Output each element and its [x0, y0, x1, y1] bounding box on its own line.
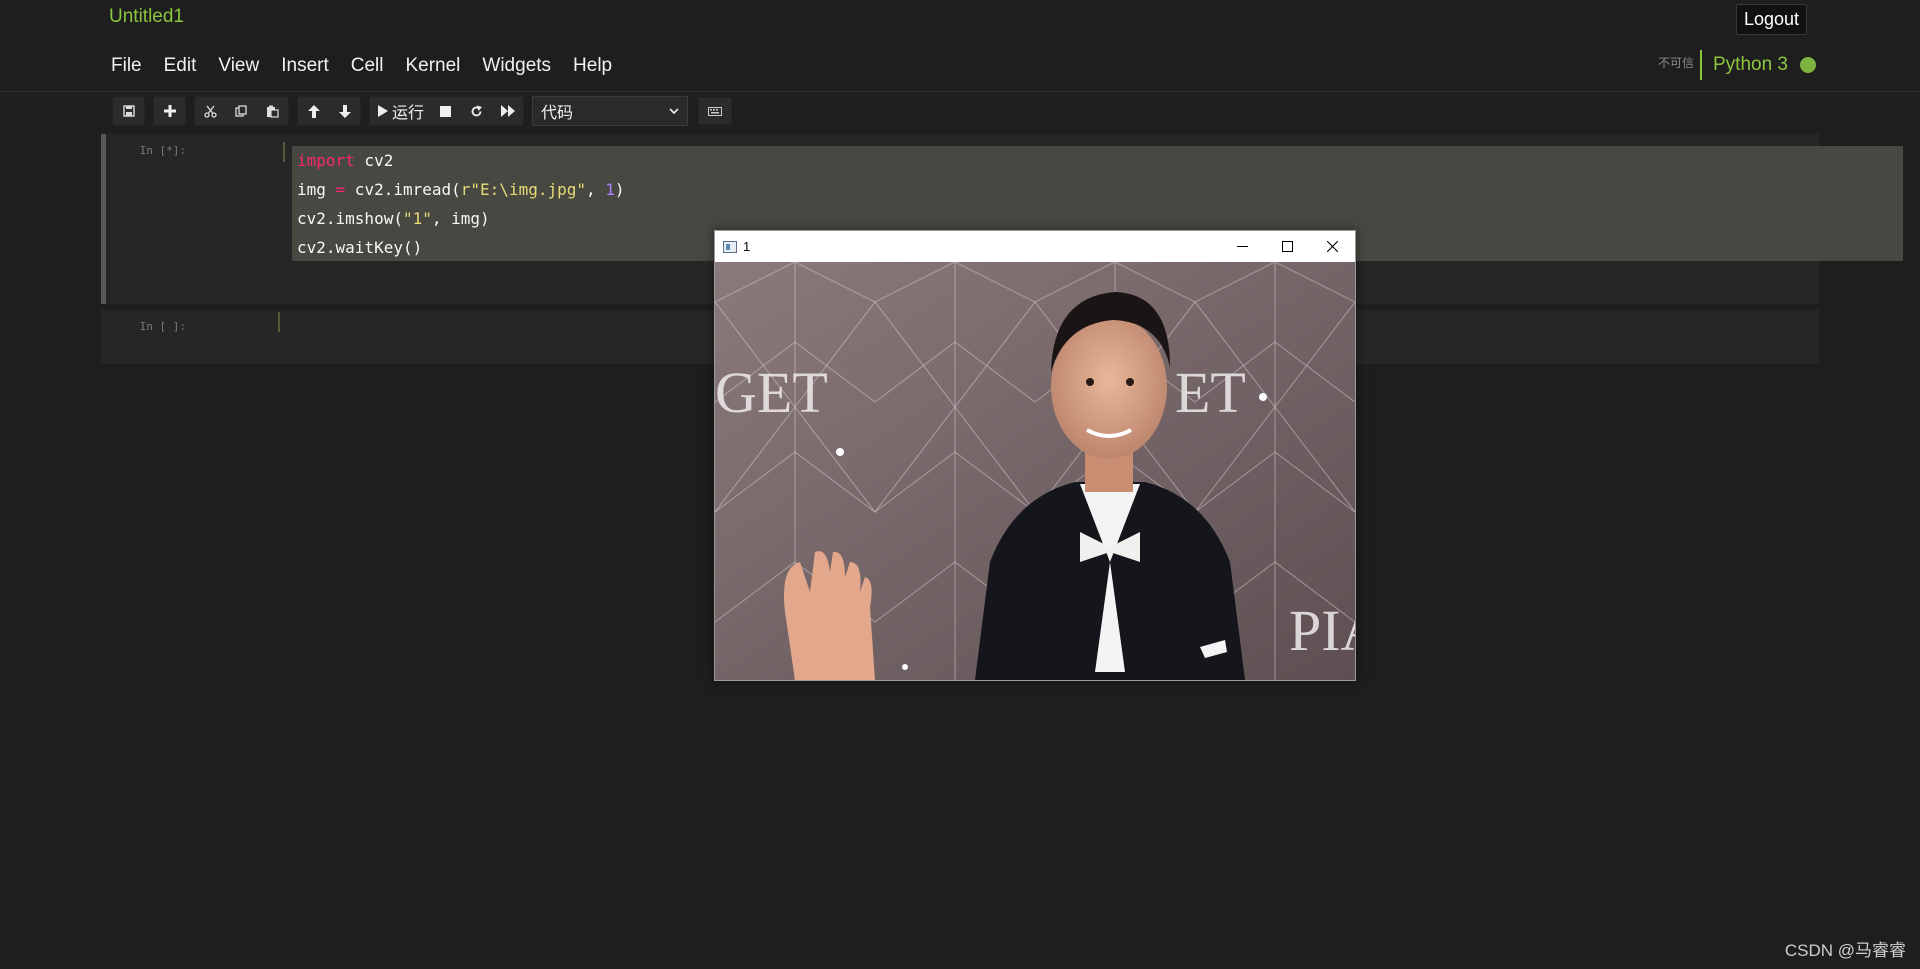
- displayed-image: GET ET PIA: [715, 262, 1355, 680]
- chevron-down-icon: [669, 107, 679, 114]
- insert-cell-button[interactable]: [154, 97, 185, 125]
- logout-button[interactable]: Logout: [1735, 4, 1807, 35]
- menu-bar: File Edit View Insert Cell Kernel Widget…: [100, 52, 623, 80]
- menu-file[interactable]: File: [100, 52, 153, 80]
- menu-edit[interactable]: Edit: [153, 52, 208, 80]
- svg-text:GET: GET: [715, 360, 828, 425]
- menu-insert[interactable]: Insert: [270, 52, 340, 80]
- photo-window-icon: [723, 240, 737, 253]
- play-icon: [378, 105, 388, 117]
- insert-group: [153, 96, 186, 126]
- interrupt-button[interactable]: [430, 97, 461, 125]
- run-group: 运行: [369, 96, 525, 126]
- menu-view[interactable]: View: [207, 52, 270, 80]
- cell-prompt: In [*]:: [139, 144, 186, 157]
- menu-help[interactable]: Help: [562, 52, 623, 80]
- cell-type-value: 代码: [541, 105, 574, 122]
- kernel-name: Python 3: [1713, 54, 1788, 75]
- cut-button[interactable]: [195, 97, 226, 125]
- restart-icon: [471, 105, 483, 116]
- paste-icon: [267, 105, 279, 118]
- stop-icon: [440, 105, 452, 117]
- window-titlebar[interactable]: 1: [715, 231, 1355, 262]
- paste-button[interactable]: [257, 97, 288, 125]
- trust-indicator[interactable]: 不可信: [1658, 54, 1694, 71]
- keyboard-icon: [708, 106, 723, 116]
- clipboard-group: [194, 96, 289, 126]
- minimize-icon: [1237, 246, 1248, 247]
- arrow-down-icon: [338, 104, 351, 118]
- plus-icon: [163, 105, 176, 117]
- menu-kernel[interactable]: Kernel: [394, 52, 471, 80]
- move-down-button[interactable]: [329, 97, 360, 125]
- svg-text:ET: ET: [1175, 360, 1246, 425]
- cut-icon: [204, 105, 217, 118]
- menu-cell[interactable]: Cell: [340, 52, 395, 80]
- restart-run-all-button[interactable]: [492, 97, 523, 125]
- window-controls: [1220, 231, 1355, 262]
- notebook-toolbar: 运行 代码: [112, 96, 733, 126]
- command-palette-button[interactable]: [698, 97, 733, 125]
- restart-button[interactable]: [461, 97, 492, 125]
- copy-button[interactable]: [226, 97, 257, 125]
- cell-input-divider: [278, 312, 280, 332]
- code-line-3: cv2.imshow("1", img): [297, 209, 490, 228]
- photo-image: GET ET PIA: [715, 262, 1355, 680]
- maximize-icon: [1282, 241, 1293, 252]
- svg-text:PIA: PIA: [1289, 598, 1355, 663]
- close-button[interactable]: [1310, 231, 1355, 262]
- save-group: [112, 96, 145, 126]
- save-button[interactable]: [113, 97, 144, 125]
- arrow-up-icon: [307, 104, 320, 118]
- close-icon: [1327, 241, 1338, 252]
- cell-prompt: In [ ]:: [139, 320, 186, 333]
- copy-icon: [235, 104, 247, 117]
- move-group: [297, 96, 361, 126]
- code-line-2: img = cv2.imread(r"E:\img.jpg", 1): [297, 180, 625, 199]
- code-line-1: import cv2: [297, 151, 394, 170]
- save-icon: [122, 105, 135, 117]
- run-label: 运行: [392, 105, 425, 122]
- window-title: 1: [743, 239, 751, 254]
- opencv-image-window[interactable]: 1 GET ET PI: [714, 230, 1356, 681]
- maximize-button[interactable]: [1265, 231, 1310, 262]
- notebook-title[interactable]: Untitled1: [109, 6, 184, 28]
- notebook-header: Untitled1 Logout File Edit View Insert C…: [0, 0, 1920, 92]
- cell-type-select[interactable]: 代码: [532, 96, 689, 126]
- menu-widgets[interactable]: Widgets: [471, 52, 562, 80]
- kernel-status-dot: [1800, 57, 1816, 73]
- move-up-button[interactable]: [298, 97, 329, 125]
- fast-forward-icon: [500, 105, 515, 117]
- run-button[interactable]: 运行: [370, 97, 430, 125]
- csdn-watermark: CSDN @马睿睿: [1784, 941, 1906, 960]
- kernel-indicator[interactable]: Python 3: [1700, 50, 1816, 80]
- cell-input-divider: [283, 142, 285, 162]
- minimize-button[interactable]: [1220, 231, 1265, 262]
